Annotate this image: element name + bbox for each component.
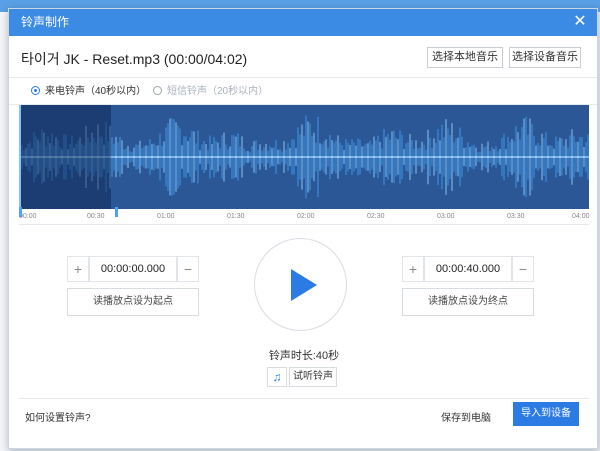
choose-device-music-button[interactable]: 选择设备音乐 bbox=[509, 47, 581, 68]
ringtone-type-options: 来电铃声（40秒以内） 短信铃声（20秒以内） bbox=[9, 77, 597, 105]
dialog-titlebar: 铃声制作 bbox=[9, 9, 597, 36]
timeline-tick: 01:30 bbox=[227, 213, 245, 220]
waveform[interactable] bbox=[19, 105, 589, 209]
ringtone-maker-dialog: 铃声制作 ✕ 타이거 JK - Reset.mp3 (00:00/04:02) … bbox=[8, 8, 598, 449]
play-icon bbox=[291, 269, 317, 301]
radio-sms-ringtone[interactable]: 短信铃声（20秒以内） bbox=[153, 86, 268, 98]
end-increment-button[interactable]: + bbox=[402, 256, 424, 282]
start-decrement-button[interactable]: − bbox=[177, 256, 199, 282]
start-time-control: + 00:00:00.000 − bbox=[67, 256, 199, 282]
end-marker[interactable] bbox=[115, 207, 118, 217]
waveform-selection bbox=[19, 105, 111, 209]
timeline-tick: 02:30 bbox=[367, 213, 385, 220]
start-marker[interactable] bbox=[19, 207, 22, 217]
radio-sms-label: 短信铃声（20秒以内） bbox=[167, 86, 269, 97]
end-time-control: + 00:00:40.000 − bbox=[402, 256, 534, 282]
set-start-button[interactable]: 读播放点设为起点 bbox=[67, 288, 199, 316]
end-time-field[interactable]: 00:00:40.000 bbox=[424, 256, 512, 282]
radio-call-label: 来电铃声（40秒以内） bbox=[45, 86, 147, 97]
timeline-tick: 03:00 bbox=[437, 213, 455, 220]
start-increment-button[interactable]: + bbox=[67, 256, 89, 282]
timeline-ruler: 00:00 00:30 01:00 01:30 02:00 02:30 03:0… bbox=[19, 207, 590, 225]
preview-ringtone-button[interactable]: 试听铃声 bbox=[289, 367, 337, 387]
footer-divider bbox=[19, 398, 589, 399]
timeline-tick: 04:00 bbox=[572, 213, 590, 220]
timeline-tick: 01:00 bbox=[157, 213, 175, 220]
dialog-title: 铃声制作 bbox=[21, 15, 70, 29]
radio-dot-icon bbox=[153, 86, 162, 95]
timeline-tick: 02:00 bbox=[297, 213, 315, 220]
timeline-tick: 03:30 bbox=[507, 213, 525, 220]
start-time-field[interactable]: 00:00:00.000 bbox=[89, 256, 177, 282]
music-note-icon[interactable]: ♫ bbox=[267, 367, 287, 387]
save-to-pc-button[interactable]: 保存到电脑 bbox=[441, 409, 491, 424]
radio-dot-icon bbox=[31, 86, 40, 95]
close-icon[interactable]: ✕ bbox=[571, 13, 589, 31]
help-link[interactable]: 如何设置铃声? bbox=[25, 409, 91, 424]
selection-start-handle[interactable] bbox=[19, 105, 21, 209]
set-end-button[interactable]: 读播放点设为终点 bbox=[402, 288, 534, 316]
import-to-device-button[interactable]: 导入到设备 bbox=[513, 402, 579, 426]
end-decrement-button[interactable]: − bbox=[512, 256, 534, 282]
file-title: 타이거 JK - Reset.mp3 (00:00/04:02) bbox=[21, 51, 248, 67]
timeline-tick: 00:30 bbox=[87, 213, 105, 220]
play-button[interactable] bbox=[254, 238, 347, 331]
choose-local-music-button[interactable]: 选择本地音乐 bbox=[427, 47, 503, 68]
ringtone-duration: 铃声时长:40秒 bbox=[268, 350, 340, 362]
radio-call-ringtone[interactable]: 来电铃声（40秒以内） bbox=[31, 86, 146, 98]
